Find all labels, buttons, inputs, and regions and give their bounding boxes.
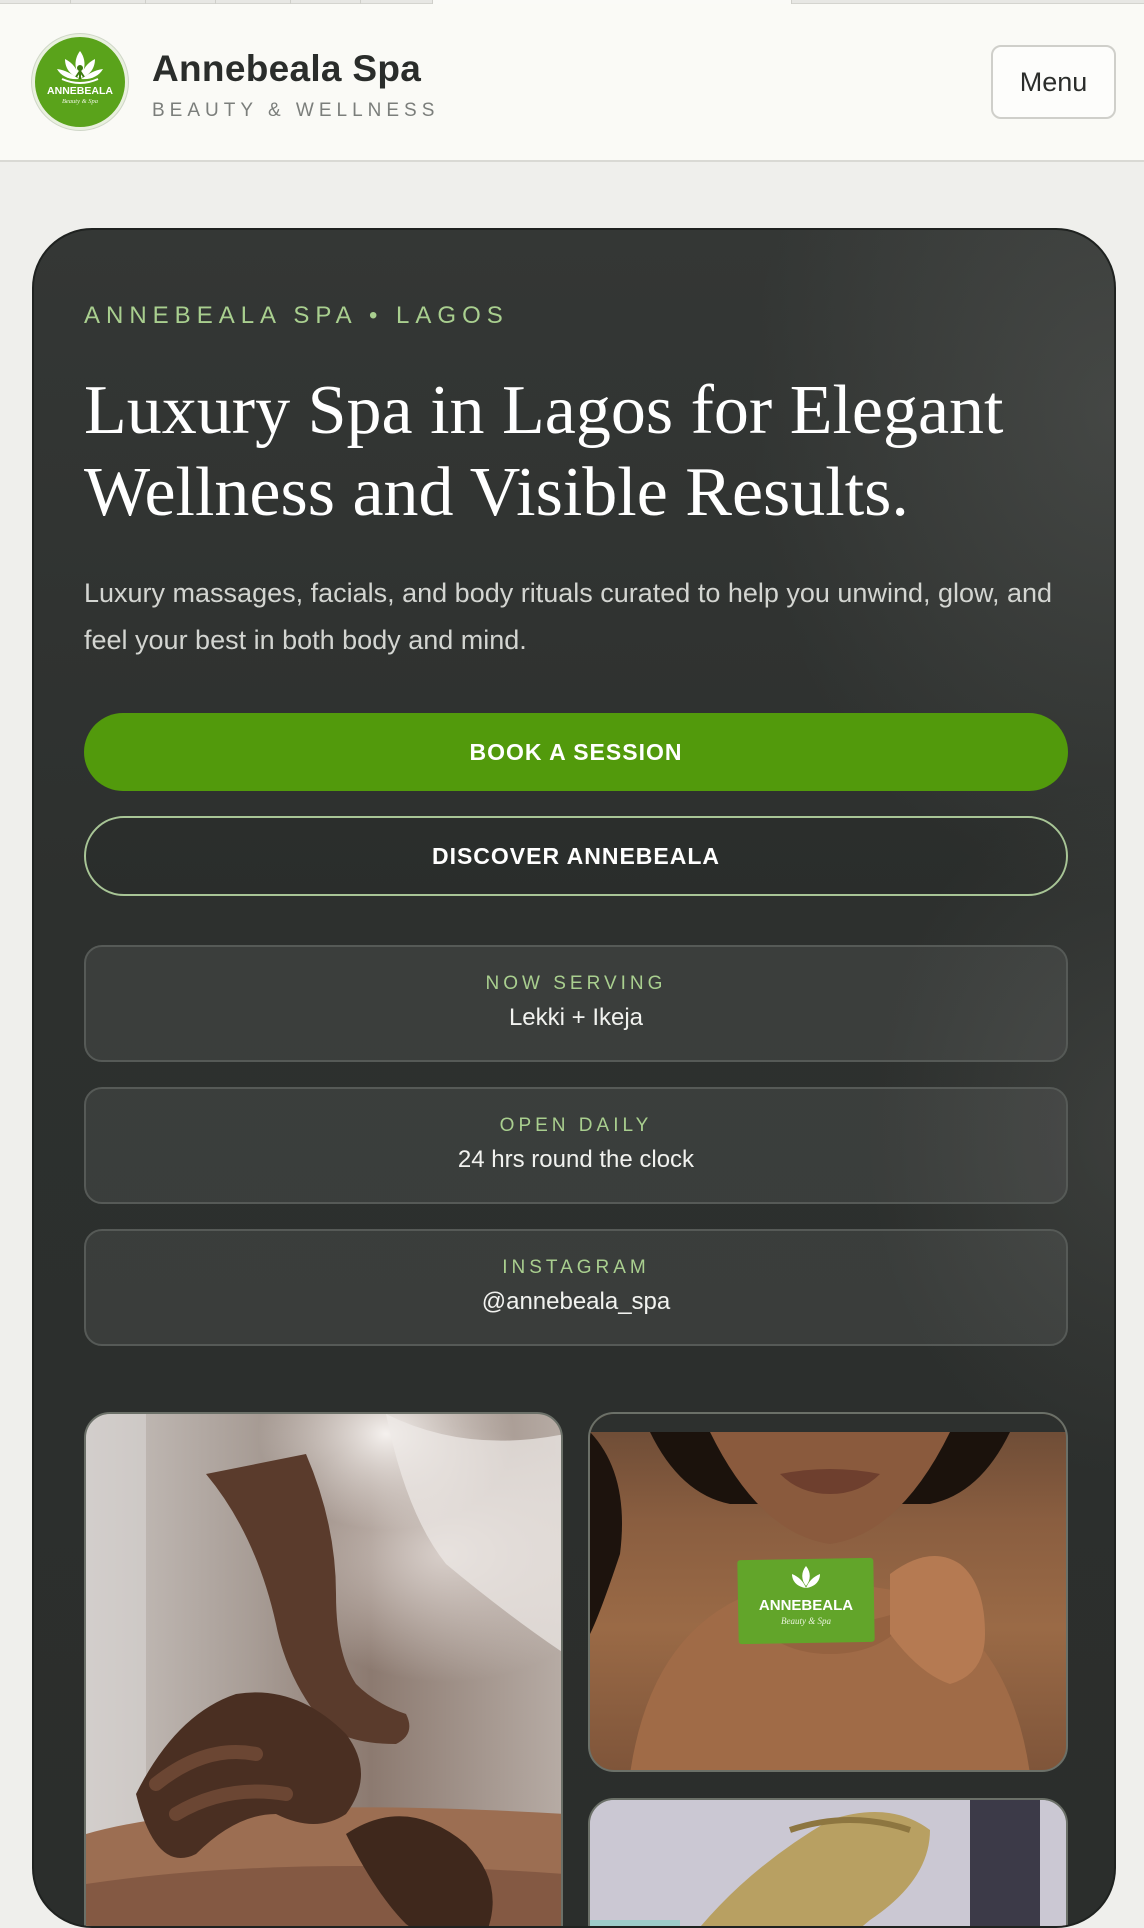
discover-button[interactable]: DISCOVER ANNEBEALA — [84, 816, 1068, 896]
hero-section: ANNEBEALA SPA • LAGOS Luxury Spa in Lago… — [32, 228, 1116, 1928]
massage-photo — [84, 1412, 563, 1926]
info-card-value: Lekki + Ikeja — [508, 1004, 644, 1031]
hero-eyebrow: ANNEBEALA SPA • LAGOS — [84, 302, 509, 329]
foot-treatment-illustration — [590, 1800, 1066, 1926]
logo-wordmark: ANNEBEALA — [47, 85, 113, 97]
book-session-button[interactable]: BOOK A SESSION — [84, 713, 1068, 791]
brand-name[interactable]: Annebeala Spa — [152, 48, 421, 90]
hero-subcopy: Luxury massages, facials, and body ritua… — [84, 578, 1053, 655]
site-header: ANNEBEALA Beauty & Spa Annebeala Spa BEA… — [0, 4, 1144, 162]
foot-treatment-photo — [588, 1798, 1068, 1926]
model-holding-card-illustration: ANNEBEALA Beauty & Spa — [590, 1414, 1066, 1770]
hero-headline: Luxury Spa in Lagos for Elegant Wellness… — [84, 372, 1004, 531]
menu-button[interactable]: Menu — [991, 45, 1116, 119]
card-wordmark: ANNEBEALA — [759, 1597, 853, 1614]
brand-tagline: BEAUTY & WELLNESS — [152, 100, 440, 121]
info-card-value: 24 hrs round the clock — [457, 1146, 695, 1173]
info-card-label: NOW SERVING — [485, 973, 667, 994]
info-card-instagram[interactable]: INSTAGRAM @annebeala_spa — [84, 1229, 1068, 1346]
info-card-hours: OPEN DAILY 24 hrs round the clock — [84, 1087, 1068, 1204]
massage-hands-illustration — [86, 1414, 561, 1926]
lotus-logo-icon: ANNEBEALA Beauty & Spa — [47, 51, 113, 105]
info-card-location: NOW SERVING Lekki + Ikeja — [84, 945, 1068, 1062]
info-card-label: OPEN DAILY — [499, 1115, 653, 1136]
card-subtext: Beauty & Spa — [781, 1616, 831, 1626]
info-card-label: INSTAGRAM — [502, 1257, 650, 1278]
brand-logo[interactable]: ANNEBEALA Beauty & Spa — [32, 34, 128, 130]
business-card-photo: ANNEBEALA Beauty & Spa — [588, 1412, 1068, 1772]
instagram-handle-link[interactable]: @annebeala_spa — [86, 1288, 1066, 1316]
logo-subtext: Beauty & Spa — [62, 98, 98, 105]
